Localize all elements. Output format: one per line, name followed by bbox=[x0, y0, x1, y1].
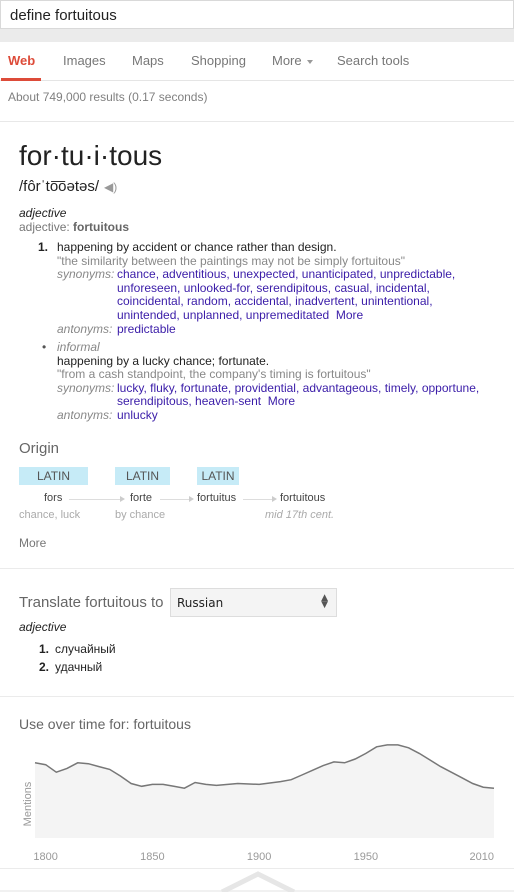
synonyms[interactable]: lucky, fluky, fortunate, providential, a… bbox=[117, 381, 479, 409]
tab-web[interactable]: Web bbox=[8, 53, 35, 68]
tab-more[interactable]: More bbox=[272, 53, 313, 68]
tab-images[interactable]: Images bbox=[63, 53, 106, 68]
origin-word: fors bbox=[44, 492, 63, 504]
tab-maps[interactable]: Maps bbox=[132, 53, 164, 68]
translation-text: удачный bbox=[55, 660, 103, 674]
divider bbox=[0, 868, 514, 869]
definition: happening by a lucky chance; fortunate. bbox=[57, 353, 270, 368]
synonyms[interactable]: chance, adventitious, unexpected, unanti… bbox=[117, 267, 455, 322]
antonyms[interactable]: predictable bbox=[117, 322, 176, 336]
usage-chart: Mentions 1800 1850 1900 1950 2010 bbox=[22, 744, 495, 863]
chart-title: Use over time for: fortuitous bbox=[19, 716, 191, 732]
antonyms-label: antonyms: bbox=[57, 321, 113, 336]
arrow-icon bbox=[160, 496, 194, 502]
arrow-icon bbox=[243, 496, 277, 502]
select-arrows-icon: ▲ ▼ bbox=[321, 593, 328, 610]
origin-word: fortuitous bbox=[280, 492, 326, 504]
arrow-icon bbox=[69, 496, 125, 502]
origin-gloss: by chance bbox=[115, 509, 166, 521]
search-tabs: Web Images Maps Shopping More Search too… bbox=[0, 42, 514, 81]
synonyms-more-link[interactable]: More bbox=[336, 308, 363, 322]
synonyms-label: synonyms: bbox=[57, 267, 115, 282]
y-axis-label: Mentions bbox=[22, 781, 34, 826]
bullet: • bbox=[42, 340, 47, 354]
phonetic: /fôrˈto͞oətəs/ bbox=[19, 178, 100, 195]
translate-pos: adjective bbox=[19, 620, 67, 634]
definition: happening by accident or chance rather t… bbox=[57, 240, 337, 254]
translation-item: 2. удачный bbox=[39, 660, 102, 674]
language-select-value: Russian bbox=[177, 596, 224, 610]
antonyms[interactable]: unlucky bbox=[117, 408, 158, 422]
tab-search-tools[interactable]: Search tools bbox=[337, 53, 409, 68]
x-tick-label: 1900 bbox=[247, 851, 271, 863]
origin-word: forte bbox=[130, 492, 153, 504]
divider bbox=[0, 568, 514, 569]
synonyms-label: synonyms: bbox=[57, 380, 115, 395]
origin-lang: LATIN bbox=[19, 467, 88, 485]
pronunciation: /fôrˈto͞oətəs/ ◀) bbox=[19, 178, 117, 195]
antonyms-label: antonyms: bbox=[57, 407, 113, 422]
results-count: About 749,000 results (0.17 seconds) bbox=[0, 81, 514, 121]
header-band bbox=[0, 29, 514, 42]
translation-number: 2. bbox=[39, 660, 50, 674]
translate-label: Translate fortuitous to bbox=[19, 594, 164, 611]
pos-word: fortuitous bbox=[73, 220, 130, 234]
origin-gloss: chance, luck bbox=[19, 509, 81, 521]
dictionary-card: for·tu·i·tous /fôrˈto͞oətəs/ ◀) adjective… bbox=[0, 121, 514, 892]
translation-number: 1. bbox=[39, 642, 50, 656]
x-tick-label: 1850 bbox=[140, 851, 164, 863]
search-input[interactable]: define fortuitous bbox=[0, 0, 514, 29]
origin-date: mid 17th cent. bbox=[265, 509, 335, 521]
origin-more-link[interactable]: More bbox=[19, 536, 46, 550]
part-of-speech: adjective bbox=[19, 206, 67, 220]
headword: for·tu·i·tous bbox=[19, 140, 163, 171]
sense-number: 1. bbox=[38, 240, 49, 254]
synonyms-more-link[interactable]: More bbox=[268, 394, 295, 409]
translation-text: случайный bbox=[55, 642, 116, 656]
x-tick-label: 2010 bbox=[470, 851, 494, 863]
origin-lang: LATIN bbox=[115, 467, 170, 485]
translation-item: 1. случайный bbox=[39, 642, 116, 656]
language-select[interactable]: Russian ▲ ▼ bbox=[170, 588, 337, 617]
example: "from a cash standpoint, the company's t… bbox=[57, 367, 371, 382]
origin-word: fortuitus bbox=[197, 492, 237, 504]
sense-2: • informal happening by a lucky chance; … bbox=[38, 340, 498, 423]
origin-lang: LATIN bbox=[197, 467, 239, 485]
chevron-down-icon bbox=[306, 59, 313, 64]
x-tick-label: 1950 bbox=[354, 851, 378, 863]
tab-shopping[interactable]: Shopping bbox=[191, 53, 246, 68]
register: informal bbox=[57, 340, 100, 354]
divider bbox=[0, 696, 514, 697]
part-of-speech-detail: adjective: fortuitous bbox=[19, 220, 129, 234]
pos-label: adjective: bbox=[19, 220, 74, 234]
speaker-icon[interactable]: ◀) bbox=[104, 180, 117, 194]
tab-more-label: More bbox=[272, 53, 302, 68]
origin-title: Origin bbox=[19, 440, 60, 457]
x-tick-label: 1800 bbox=[33, 851, 57, 863]
sense-1: 1. happening by accident or chance rathe… bbox=[38, 240, 458, 336]
chevron-up-icon[interactable] bbox=[218, 870, 298, 892]
example: "the similarity between the paintings ma… bbox=[57, 253, 406, 268]
area-fill bbox=[35, 744, 494, 838]
